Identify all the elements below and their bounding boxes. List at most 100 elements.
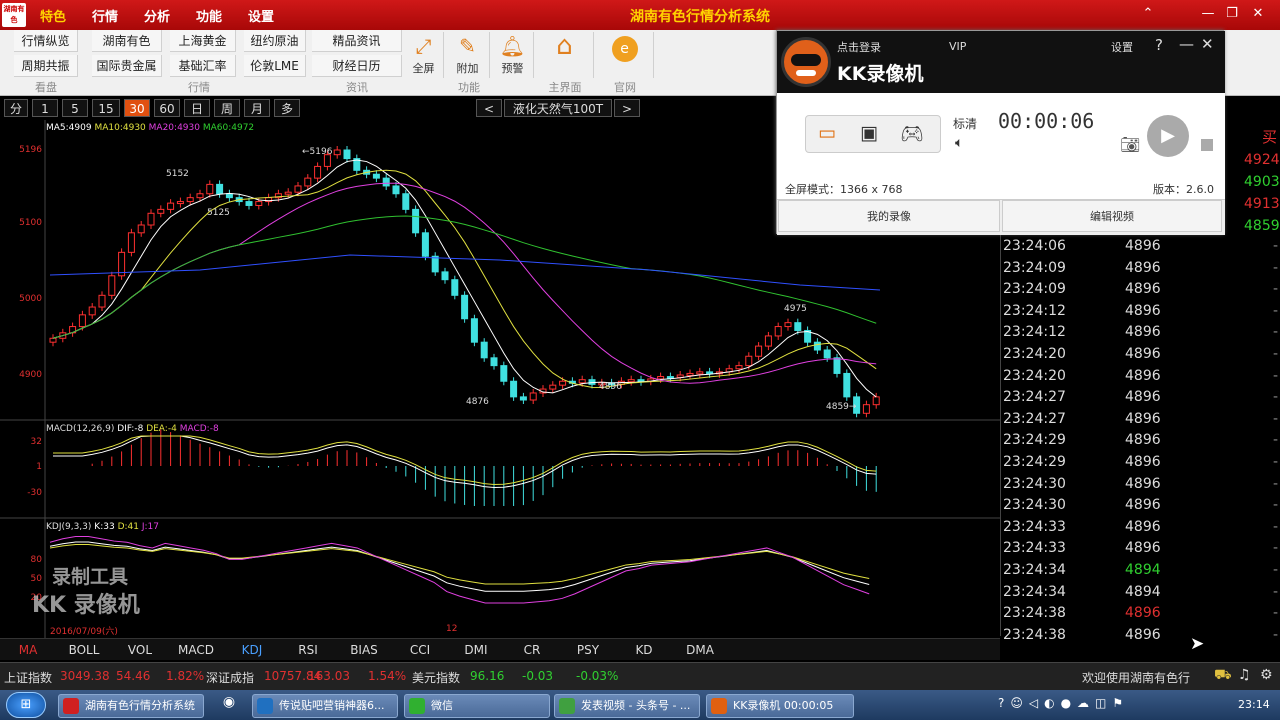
alert-button[interactable]: 🔔︎ 预警 [492, 32, 534, 78]
menu-shezhi[interactable]: 设置 [248, 6, 274, 25]
tick-row[interactable]: 23:24:34 4894 - [1003, 584, 1279, 605]
tab-kd[interactable]: KD [616, 640, 672, 660]
kk-minimize-icon[interactable]: — [1179, 35, 1194, 53]
tick-row[interactable]: 23:24:27 4896 - [1003, 389, 1279, 410]
ie-icon[interactable]: ◉ [216, 694, 242, 716]
tab-psy[interactable]: PSY [560, 640, 616, 660]
kk-quality[interactable]: 标清 [953, 115, 977, 132]
taskbar-item[interactable]: 发表视频 - 头条号 - ... [554, 694, 700, 718]
period-multi[interactable]: 多 [274, 99, 300, 117]
settings-icon[interactable]: ⚙ [1260, 667, 1273, 683]
tab-dmi[interactable]: DMI [448, 640, 504, 660]
start-button[interactable]: ⊞ [6, 692, 46, 718]
kk-login-link[interactable]: 点击登录 [837, 39, 881, 55]
tab-cr[interactable]: CR [504, 640, 560, 660]
play-button[interactable]: ▶ [1147, 115, 1189, 157]
btn-guoji-guijinshu[interactable]: 国际贵金属 [92, 55, 162, 77]
minimize-icon[interactable]: — [1198, 6, 1218, 21]
tick-time: 23:24:12 [1003, 324, 1066, 341]
attach-button[interactable]: ✎ 附加 [446, 32, 490, 78]
btn-jingpin-zixun[interactable]: 精品资讯 [312, 30, 402, 52]
taskbar-item[interactable]: 微信 [404, 694, 550, 718]
tick-row[interactable]: 23:24:09 4896 - [1003, 260, 1279, 281]
tick-row[interactable]: 23:24:20 4896 - [1003, 346, 1279, 367]
tick-row[interactable]: 23:24:20 4896 - [1003, 368, 1279, 389]
tray-icons[interactable]: ?☺◁◐●☁◫⚑ [998, 696, 1129, 710]
tab-boll[interactable]: BOLL [56, 640, 112, 660]
website-button[interactable]: e [596, 32, 654, 78]
period-15[interactable]: 15 [92, 99, 120, 117]
stop-button[interactable] [1201, 139, 1213, 151]
screen-mode-icon[interactable]: ▭ [818, 122, 836, 144]
taskbar-item[interactable]: 传说贴吧营销神器6... [252, 694, 398, 718]
taskbar-item[interactable]: 湖南有色行情分析系统 [58, 694, 204, 718]
menu-gongneng[interactable]: 功能 [196, 6, 222, 25]
btn-hangqing-zonglan[interactable]: 行情纵览 [14, 30, 78, 52]
tick-row[interactable]: 23:24:38 4896 - [1003, 627, 1279, 648]
tab-vol[interactable]: VOL [112, 640, 168, 660]
restore-icon[interactable]: ❐ [1222, 6, 1242, 21]
game-mode-icon[interactable]: 🎮︎ [900, 122, 924, 145]
period-5[interactable]: 5 [62, 99, 88, 117]
tab-ma[interactable]: MA [0, 640, 56, 660]
tab-dma[interactable]: DMA [672, 640, 728, 660]
tick-row[interactable]: 23:24:06 4896 - [1003, 238, 1279, 259]
period-30[interactable]: 30 [124, 99, 150, 117]
btn-shanghai-huangjin[interactable]: 上海黄金 [170, 30, 236, 52]
bell-status-icon[interactable]: ♫ [1238, 667, 1251, 683]
tick-row[interactable]: 23:24:30 4896 - [1003, 497, 1279, 518]
tick-row[interactable]: 23:24:30 4896 - [1003, 476, 1279, 497]
tab-cci[interactable]: CCI [392, 640, 448, 660]
tick-row[interactable]: 23:24:33 4896 - [1003, 519, 1279, 540]
cart-icon[interactable]: ⛟ [1214, 667, 1232, 685]
prev-instrument-button[interactable]: < [476, 99, 502, 117]
tick-row[interactable]: 23:24:09 4896 - [1003, 281, 1279, 302]
tick-row[interactable]: 23:24:27 4896 - [1003, 411, 1279, 432]
fullscreen-button[interactable]: ⤢ 全屏 [404, 32, 444, 78]
btn-lundun-lme[interactable]: 伦敦LME [244, 55, 306, 77]
tick-row[interactable]: 23:24:29 4896 - [1003, 432, 1279, 453]
kk-close-icon[interactable]: ✕ [1201, 35, 1214, 53]
period-week[interactable]: 周 [214, 99, 240, 117]
kk-vip-badge[interactable]: VIP [949, 40, 966, 53]
tick-row[interactable]: 23:24:33 4896 - [1003, 540, 1279, 561]
tab-kdj[interactable]: KDJ [224, 640, 280, 660]
taskbar-item-label: 湖南有色行情分析系统 [85, 699, 195, 712]
period-day[interactable]: 日 [184, 99, 210, 117]
period-1[interactable]: 1 [32, 99, 58, 117]
next-instrument-button[interactable]: > [614, 99, 640, 117]
edit-video-button[interactable]: 编辑视频 [1002, 200, 1222, 232]
tick-row[interactable]: 23:24:12 4896 - [1003, 324, 1279, 345]
btn-caijing-rili[interactable]: 财经日历 [312, 55, 402, 77]
instrument-name[interactable]: 液化天然气100T [504, 99, 612, 117]
tab-rsi[interactable]: RSI [280, 640, 336, 660]
btn-zhouqi-gongzhen[interactable]: 周期共振 [14, 55, 78, 77]
tab-bias[interactable]: BIAS [336, 640, 392, 660]
collapse-icon[interactable]: ⌃ [1138, 6, 1158, 21]
btn-jichu-huilv[interactable]: 基础汇率 [170, 55, 236, 77]
period-60[interactable]: 60 [154, 99, 180, 117]
region-mode-icon[interactable]: ▣ [860, 122, 878, 144]
taskbar-item[interactable]: KK录像机 00:00:05 [706, 694, 854, 718]
tick-row[interactable]: 23:24:38 4896 - [1003, 605, 1279, 626]
period-fen[interactable]: 分 [4, 99, 28, 117]
tick-row[interactable]: 23:24:34 4894 - [1003, 562, 1279, 583]
camera-icon[interactable]: 📷︎ [1120, 135, 1140, 154]
menu-tese[interactable]: 特色 [40, 6, 66, 25]
kk-settings-link[interactable]: 设置 [1111, 39, 1133, 55]
home-button[interactable]: ⌂ [536, 32, 594, 78]
group-gongneng: 功能 [458, 81, 480, 94]
period-month[interactable]: 月 [244, 99, 270, 117]
btn-hunan-youse[interactable]: 湖南有色 [92, 30, 162, 52]
tab-macd[interactable]: MACD [168, 640, 224, 660]
close-icon[interactable]: ✕ [1248, 6, 1268, 21]
tick-row[interactable]: 23:24:29 4896 - [1003, 454, 1279, 475]
kk-help-icon[interactable]: ? [1155, 36, 1163, 54]
my-videos-button[interactable]: 我的录像 [778, 200, 1000, 232]
kk-volume-icon[interactable]: 🔈︎ [955, 135, 963, 151]
menu-hangqing[interactable]: 行情 [92, 6, 118, 25]
btn-niuyue-yuanyou[interactable]: 纽约原油 [244, 30, 306, 52]
candle [206, 183, 214, 195]
menu-fenxi[interactable]: 分析 [144, 6, 170, 25]
tick-row[interactable]: 23:24:12 4896 - [1003, 303, 1279, 324]
